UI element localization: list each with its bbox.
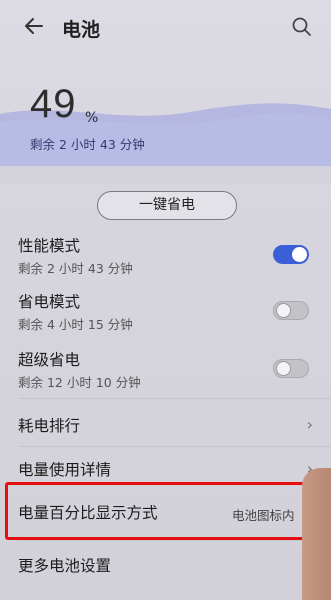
ultra-power-save-toggle[interactable] xyxy=(273,359,309,378)
row-label: 电量使用详情 xyxy=(18,461,112,479)
consumption-rank-row[interactable]: 耗电排行 › xyxy=(0,402,331,446)
power-save-mode-row[interactable]: 省电模式 剩余 4 小时 15 分钟 xyxy=(0,288,331,344)
mode-title: 省电模式 xyxy=(18,293,81,311)
mode-title: 性能模式 xyxy=(18,237,81,255)
ultra-power-save-row[interactable]: 超级省电 剩余 12 小时 10 分钟 xyxy=(0,346,331,402)
back-arrow-icon[interactable] xyxy=(22,14,46,38)
battery-remaining-time: 剩余 2 小时 43 分钟 xyxy=(30,137,145,152)
divider xyxy=(18,398,331,399)
more-battery-settings-row[interactable]: 更多电池设置 › xyxy=(0,542,331,586)
battery-percent: 49 xyxy=(30,82,77,126)
screen: 电池 49 % 剩余 2 小时 43 分钟 一键省电 性能模式 剩余 2 小时 … xyxy=(0,0,331,600)
mode-remaining: 剩余 12 小时 10 分钟 xyxy=(18,375,141,390)
page-title: 电池 xyxy=(62,19,101,41)
performance-mode-toggle[interactable] xyxy=(273,245,309,264)
row-label: 更多电池设置 xyxy=(18,557,112,575)
highlight-box xyxy=(5,482,305,540)
divider xyxy=(18,446,331,447)
mode-title: 超级省电 xyxy=(18,351,81,369)
power-save-mode-toggle[interactable] xyxy=(273,301,309,320)
row-label: 耗电排行 xyxy=(18,417,81,435)
search-icon[interactable] xyxy=(291,16,313,38)
finger-overlay xyxy=(302,468,331,600)
battery-level-panel: 49 % 剩余 2 小时 43 分钟 xyxy=(0,54,331,184)
one-key-save-button[interactable]: 一键省电 xyxy=(97,191,237,220)
divider xyxy=(18,540,331,541)
performance-mode-row[interactable]: 性能模式 剩余 2 小时 43 分钟 xyxy=(0,230,331,286)
app-header: 电池 xyxy=(0,0,331,54)
chevron-right-icon: › xyxy=(306,415,313,434)
battery-percent-sign: % xyxy=(85,110,99,126)
mode-remaining: 剩余 4 小时 15 分钟 xyxy=(18,317,133,332)
mode-remaining: 剩余 2 小时 43 分钟 xyxy=(18,261,133,276)
